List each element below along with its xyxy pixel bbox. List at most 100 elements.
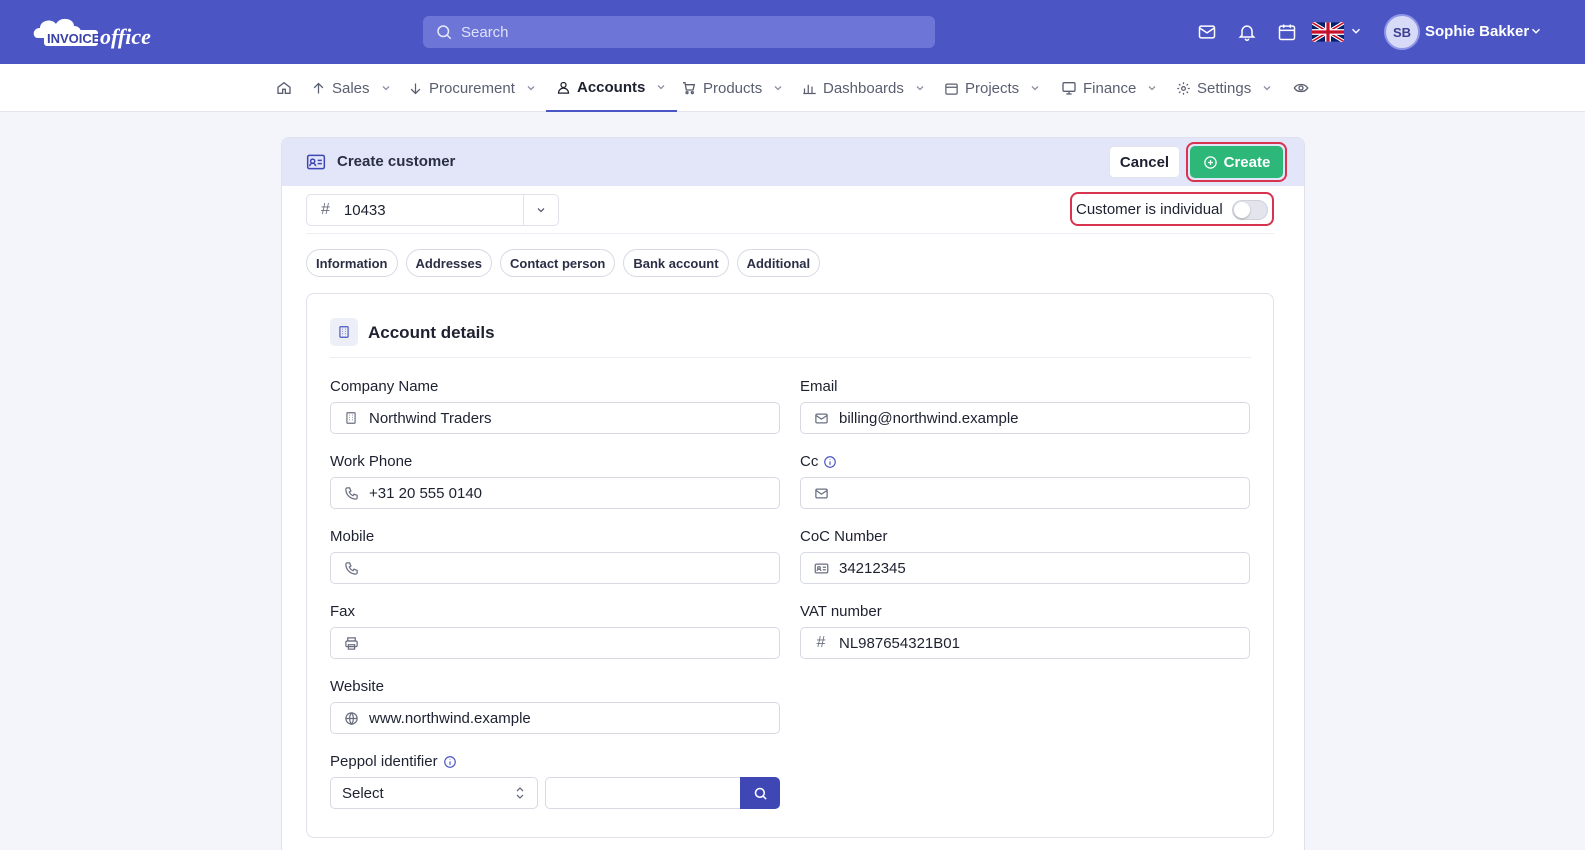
mail-button[interactable] — [1195, 20, 1219, 44]
nav-products[interactable]: Products — [681, 64, 784, 112]
chevron-down-icon — [527, 86, 535, 91]
nav-finance[interactable]: Finance — [1061, 64, 1158, 112]
user-name[interactable]: Sophie Bakker — [1425, 23, 1529, 40]
vat-number-field[interactable]: # NL987654321B01 — [800, 627, 1250, 659]
tab-contact-person[interactable]: Contact person — [499, 249, 616, 277]
uk-flag-icon[interactable] — [1312, 22, 1344, 42]
customer-number-value: 10433 — [343, 201, 386, 219]
building-icon-wrap — [330, 318, 358, 346]
page-title: Create customer — [337, 153, 456, 170]
svg-text:INVOICE: INVOICE — [47, 31, 101, 46]
section-title: Account details — [368, 323, 495, 342]
phone-icon — [343, 485, 359, 501]
tab-addresses[interactable]: Addresses — [405, 249, 492, 277]
home-icon — [277, 81, 291, 94]
tab-additional[interactable]: Additional — [736, 249, 821, 277]
cc-field[interactable] — [800, 477, 1250, 509]
chevron-down-icon — [1148, 86, 1156, 91]
work-phone-field[interactable]: +31 20 555 0140 — [330, 477, 780, 509]
hash-icon: # — [321, 201, 330, 218]
website-field[interactable]: www.northwind.example — [330, 702, 780, 734]
globe-icon — [343, 710, 359, 726]
nav-visibility[interactable] — [1293, 64, 1309, 112]
cart-icon — [683, 82, 696, 95]
website-value: www.northwind.example — [369, 709, 531, 727]
arrow-down-icon — [410, 83, 421, 94]
customer-individual-toggle[interactable] — [1232, 200, 1268, 220]
tab-information[interactable]: Information — [306, 249, 398, 277]
mail-icon — [813, 410, 829, 426]
hash-icon: # — [816, 634, 826, 651]
toggle-knob — [1234, 202, 1250, 218]
id-card-icon — [813, 560, 829, 576]
main-nav: Sales Procurement Accounts Products Dash… — [0, 64, 1585, 112]
chevron-down-icon[interactable] — [1349, 24, 1363, 38]
create-button-highlight: Create — [1186, 142, 1287, 182]
chevron-down-icon — [1031, 86, 1039, 91]
customer-number-field[interactable]: # 10433 — [306, 194, 559, 226]
avatar[interactable]: SB — [1384, 14, 1420, 50]
cancel-button[interactable]: Cancel — [1109, 146, 1180, 178]
peppol-identifier-input[interactable] — [545, 777, 741, 809]
customer-individual-label: Customer is individual — [1076, 200, 1223, 218]
work-phone-value: +31 20 555 0140 — [369, 484, 483, 502]
plus-circle-icon — [1203, 155, 1217, 169]
info-icon[interactable] — [443, 755, 457, 769]
building-icon — [339, 326, 349, 338]
chevron-down-icon[interactable] — [1529, 24, 1543, 38]
website-label: Website — [330, 678, 384, 695]
peppol-scheme-select[interactable]: Select — [330, 777, 538, 809]
user-icon — [557, 81, 570, 94]
vat-number-label: VAT number — [800, 603, 882, 620]
monitor-icon — [1062, 82, 1076, 95]
create-button[interactable]: Create — [1190, 146, 1283, 178]
vat-number-value: NL987654321B01 — [839, 634, 960, 652]
search-input[interactable] — [461, 23, 901, 41]
mail-icon — [813, 485, 829, 501]
peppol-label: Peppol identifier — [330, 753, 457, 770]
search-icon — [754, 787, 767, 800]
coc-number-field[interactable]: 34212345 — [800, 552, 1250, 584]
company-name-field[interactable]: Northwind Traders — [330, 402, 780, 434]
nav-settings[interactable]: Settings — [1176, 64, 1273, 112]
mobile-field[interactable] — [330, 552, 780, 584]
chevron-down-icon — [774, 86, 782, 91]
coc-number-label: CoC Number — [800, 528, 888, 545]
coc-number-value: 34212345 — [839, 559, 906, 577]
fax-field[interactable] — [330, 627, 780, 659]
nav-dashboards[interactable]: Dashboards — [802, 64, 926, 112]
chevron-down-icon — [916, 86, 924, 91]
nav-home[interactable] — [276, 64, 292, 112]
tab-bank-account[interactable]: Bank account — [623, 249, 729, 277]
chevron-down-icon — [382, 86, 389, 91]
peppol-search-button[interactable] — [740, 777, 780, 809]
nav-accounts[interactable]: Accounts — [546, 64, 678, 112]
calendar-button[interactable] — [1275, 20, 1299, 44]
invoiceoffice-logo[interactable]: INVOICE office — [30, 12, 178, 52]
phone-icon — [343, 560, 359, 576]
divider — [330, 357, 1251, 358]
notifications-button[interactable] — [1235, 20, 1259, 44]
divider — [306, 233, 1274, 234]
create-customer-card: Create customer Cancel Create # 10433 Cu… — [281, 137, 1305, 850]
email-value: billing@northwind.example — [839, 409, 1019, 427]
email-field[interactable]: billing@northwind.example — [800, 402, 1250, 434]
contact-card-icon — [306, 154, 326, 170]
search-icon — [437, 25, 452, 40]
chevron-down-icon — [1263, 86, 1271, 91]
printer-icon — [343, 635, 359, 651]
mobile-label: Mobile — [330, 528, 375, 545]
fax-label: Fax — [330, 603, 356, 620]
info-icon[interactable] — [823, 455, 837, 469]
nav-projects[interactable]: Projects — [944, 64, 1041, 112]
bell-icon — [1238, 25, 1256, 42]
gear-icon — [1177, 81, 1190, 95]
arrow-up-icon — [313, 82, 324, 93]
company-name-value: Northwind Traders — [369, 409, 492, 427]
customer-individual-toggle-row: Customer is individual — [1070, 192, 1274, 226]
search-bar[interactable] — [423, 16, 935, 48]
nav-sales[interactable]: Sales — [311, 64, 392, 112]
nav-procurement[interactable]: Procurement — [408, 64, 537, 112]
building-icon — [343, 410, 359, 426]
customer-number-dropdown[interactable] — [523, 195, 558, 225]
